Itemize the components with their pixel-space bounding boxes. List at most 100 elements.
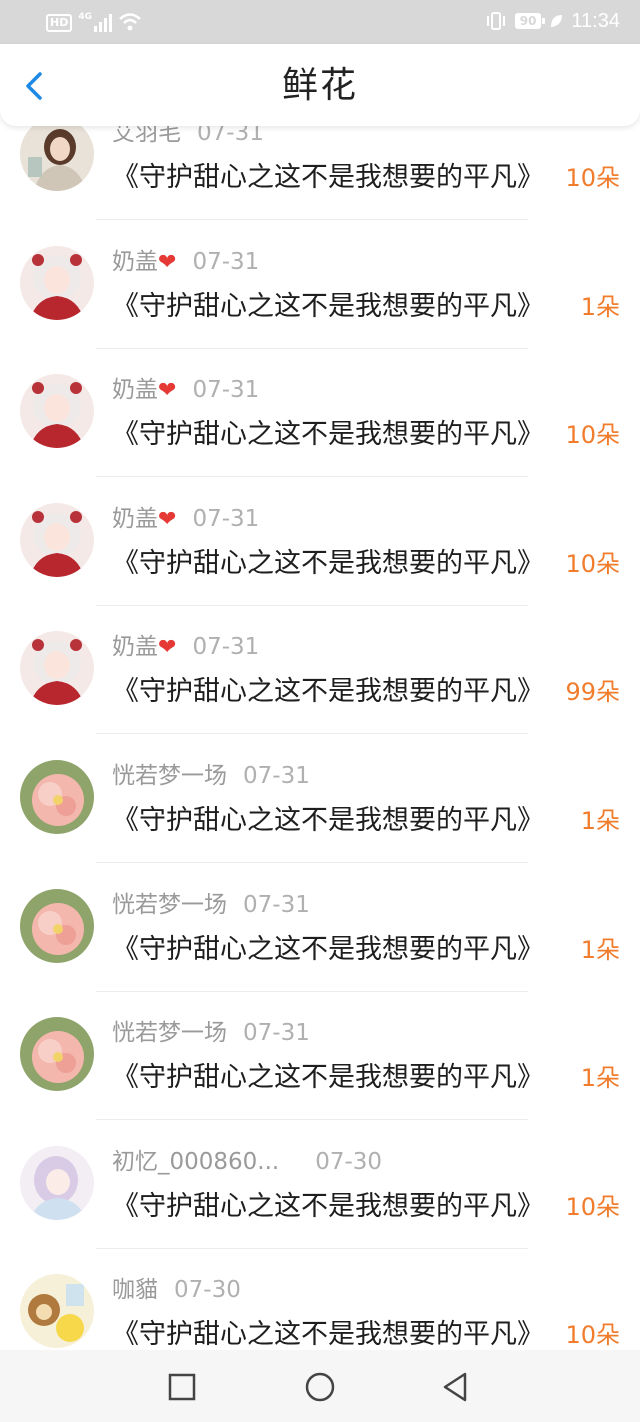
battery-icon: 90 (514, 13, 546, 29)
wifi-icon (119, 13, 141, 31)
flower-amount: 1朵 (580, 935, 620, 964)
status-time: 11:34 (571, 9, 620, 32)
network-type: 4G (78, 12, 92, 22)
gift-date: 07-31 (243, 1020, 310, 1047)
status-right: 90 11:34 (485, 8, 620, 34)
list-item[interactable]: 咖貓 07-30 《守护甜心之这不是我想要的平凡》 10朵 (0, 1253, 640, 1350)
flower-amount: 1朵 (580, 292, 620, 321)
home-button[interactable] (303, 1370, 337, 1404)
gift-date: 07-31 (192, 634, 260, 661)
vibrate-icon (486, 12, 505, 30)
user-name: 恍若梦一场 (112, 891, 227, 918)
flower-amount: 10朵 (565, 1321, 620, 1350)
item-meta: 奶盖❤ 07-31 (112, 504, 259, 535)
list-item[interactable]: 恍若梦一场 07-31 《守护甜心之这不是我想要的平凡》 1朵 (0, 996, 640, 1125)
avatar (20, 502, 94, 577)
avatar (20, 888, 94, 963)
gift-date: 07-30 (315, 1148, 383, 1175)
book-title: 《守护甜心之这不是我想要的平凡》 (112, 419, 544, 451)
back-icon (443, 1372, 467, 1402)
avatar (20, 245, 94, 320)
list-item[interactable]: 奶盖❤ 07-31 《守护甜心之这不是我想要的平凡》 10朵 (0, 353, 640, 482)
home-icon (305, 1372, 335, 1402)
item-meta: 奶盖❤ 07-31 (112, 375, 259, 406)
book-title: 《守护甜心之这不是我想要的平凡》 (112, 933, 544, 965)
gift-date: 07-31 (192, 377, 260, 404)
recent-apps-icon (168, 1373, 196, 1401)
gift-date: 07-31 (243, 763, 310, 789)
divider (96, 604, 528, 606)
gift-date: 07-31 (192, 505, 260, 532)
avatar (20, 760, 94, 834)
nav-bar: 鲜花 (0, 44, 640, 126)
flower-amount: 10朵 (565, 421, 620, 450)
list-item[interactable]: 奶盖❤ 07-31 《守护甜心之这不是我想要的平凡》 99朵 (0, 610, 640, 739)
list-item[interactable]: 奶盖❤ 07-31 《守护甜心之这不是我想要的平凡》 1朵 (0, 225, 640, 354)
list-item[interactable]: 初忆_000860... 07-30 《守护甜心之这不是我想要的平凡》 10朵 (0, 1125, 640, 1254)
item-meta: 恍若梦一场 07-31 (112, 890, 310, 921)
avatar (20, 1274, 94, 1349)
book-title: 《守护甜心之这不是我想要的平凡》 (112, 547, 544, 579)
divider (96, 219, 528, 220)
status-bar: HD 4G 90 11:34 (0, 0, 640, 44)
divider (96, 1247, 528, 1249)
user-name: 咖貓 (112, 1277, 158, 1304)
system-nav-bar (0, 1350, 640, 1422)
back-nav-button[interactable] (438, 1370, 472, 1404)
book-title: 《守护甜心之这不是我想要的平凡》 (112, 1062, 544, 1094)
avatar (20, 117, 94, 191)
list-item[interactable]: 恍若梦一场 07-31 《守护甜心之这不是我想要的平凡》 1朵 (0, 868, 640, 997)
item-meta: 初忆_000860... 07-30 (112, 1147, 382, 1178)
book-title: 《守护甜心之这不是我想要的平凡》 (112, 1190, 544, 1222)
gift-date: 07-31 (192, 248, 260, 275)
flower-amount: 1朵 (580, 1064, 620, 1093)
book-title: 《守护甜心之这不是我想要的平凡》 (112, 805, 544, 836)
avatar (20, 1145, 94, 1220)
status-left: HD 4G (46, 10, 142, 32)
book-title: 《守护甜心之这不是我想要的平凡》 (112, 676, 544, 708)
flower-amount: 99朵 (565, 678, 620, 707)
flower-amount: 1朵 (580, 807, 620, 835)
user-name: 奶盖 (112, 377, 158, 404)
avatar (20, 1017, 94, 1092)
user-name: 奶盖 (112, 634, 158, 661)
gift-date: 07-31 (243, 891, 310, 918)
divider (96, 733, 528, 735)
flower-amount: 10朵 (565, 164, 620, 192)
item-meta: 奶盖❤ 07-31 (112, 632, 259, 663)
user-name: 恍若梦一场 (112, 1020, 227, 1047)
user-name: 奶盖 (112, 248, 158, 275)
list-item[interactable]: 奶盖❤ 07-31 《守护甜心之这不是我想要的平凡》 10朵 (0, 482, 640, 611)
recent-apps-button[interactable] (165, 1370, 199, 1404)
flower-amount: 10朵 (565, 549, 620, 578)
heart-icon: ❤ (158, 378, 177, 404)
item-meta: 奶盖❤ 07-31 (112, 247, 259, 278)
avatar (20, 374, 94, 449)
item-meta: 咖貓 07-30 (112, 1275, 241, 1306)
divider (96, 862, 528, 863)
item-meta: 恍若梦一场 07-31 (112, 1018, 310, 1049)
flower-gift-list: 艾羽毛 07-31 《守护甜心之这不是我想要的平凡》 10朵 奶盖❤ 07-31 《… (0, 104, 640, 1350)
hd-badge: HD (46, 14, 73, 32)
leaf-icon (551, 15, 563, 27)
item-meta: 恍若梦一场 07-31 (112, 761, 310, 792)
signal-icon (94, 14, 112, 32)
user-name: 初忆_000860... (112, 1148, 280, 1175)
avatar (20, 631, 94, 706)
divider (96, 1119, 528, 1121)
gift-date: 07-30 (174, 1277, 241, 1304)
divider (96, 347, 528, 349)
book-title: 《守护甜心之这不是我想要的平凡》 (112, 162, 544, 193)
flower-amount: 10朵 (565, 1192, 620, 1221)
divider (96, 476, 528, 478)
page-title: 鲜花 (281, 65, 358, 106)
book-title: 《守护甜心之这不是我想要的平凡》 (112, 1319, 544, 1350)
user-name: 奶盖 (112, 505, 158, 532)
divider (96, 990, 528, 992)
user-name: 恍若梦一场 (112, 763, 227, 789)
list-item[interactable]: 恍若梦一场 07-31 《守护甜心之这不是我想要的平凡》 1朵 (0, 739, 640, 868)
book-title: 《守护甜心之这不是我想要的平凡》 (112, 290, 544, 322)
heart-icon: ❤ (158, 635, 177, 661)
heart-icon: ❤ (158, 249, 177, 275)
heart-icon: ❤ (158, 506, 177, 532)
